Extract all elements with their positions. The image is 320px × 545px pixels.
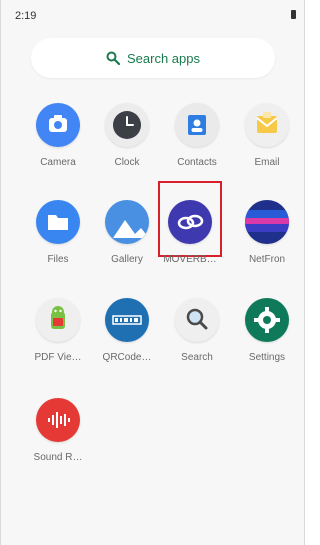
search-icon <box>106 51 120 65</box>
netfront-icon <box>245 200 289 244</box>
app-label: Camera <box>40 157 76 168</box>
app-files[interactable]: Files <box>27 200 89 280</box>
app-label: Clock <box>114 157 140 168</box>
status-time: 2:19 <box>15 10 37 22</box>
app-label: Search <box>181 352 213 363</box>
app-label: Contacts <box>177 157 217 168</box>
app-contacts[interactable]: Contacts <box>166 103 228 183</box>
search-app-icon <box>175 298 219 342</box>
app-moverb[interactable]: MOVERB… <box>159 200 221 280</box>
app-label: Gallery <box>111 254 143 265</box>
app-label: Settings <box>248 352 286 363</box>
qrcode-icon <box>105 298 149 342</box>
app-sound-recorder[interactable]: Sound R… <box>27 398 89 478</box>
app-clock[interactable]: Clock <box>96 103 158 183</box>
app-search[interactable]: Search <box>166 298 228 378</box>
app-label: NetFron <box>248 254 286 265</box>
search-apps-bar[interactable]: Search apps <box>31 38 275 78</box>
email-icon <box>245 103 289 147</box>
gallery-icon <box>105 200 149 244</box>
app-label: Sound R… <box>33 452 83 463</box>
app-drawer: 2:19 Search apps Camera Clock Contacts E… <box>0 0 305 545</box>
status-bar: 2:19 <box>1 0 304 30</box>
app-settings[interactable]: Settings <box>236 298 298 378</box>
battery-icon <box>291 10 296 19</box>
settings-gear-icon <box>245 298 289 342</box>
camera-icon <box>36 103 80 147</box>
app-label: Email <box>254 157 280 168</box>
app-label: QRCode… <box>102 352 152 363</box>
folder-icon <box>36 200 80 244</box>
sound-recorder-icon <box>36 398 80 442</box>
pdf-viewer-icon <box>36 298 80 342</box>
app-qrcode[interactable]: QRCode… <box>96 298 158 378</box>
clock-icon <box>105 103 149 147</box>
moverb-icon <box>168 200 212 244</box>
contacts-icon <box>175 103 219 147</box>
app-camera[interactable]: Camera <box>27 103 89 183</box>
search-placeholder: Search apps <box>127 50 200 66</box>
app-email[interactable]: Email <box>236 103 298 183</box>
app-netfron[interactable]: NetFron <box>236 200 298 280</box>
app-pdf-viewer[interactable]: PDF Vie… <box>27 298 89 378</box>
app-label: Files <box>47 254 69 265</box>
app-label: PDF Vie… <box>34 352 82 363</box>
app-gallery[interactable]: Gallery <box>96 200 158 280</box>
app-label: MOVERB… <box>163 254 217 265</box>
